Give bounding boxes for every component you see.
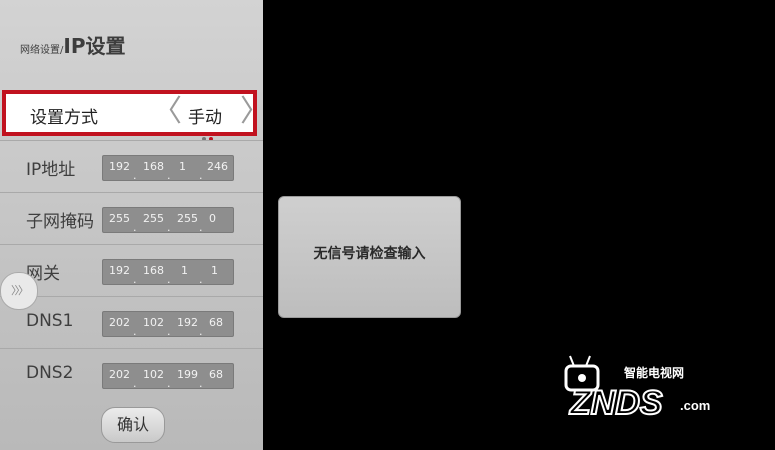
subnet-mask-row: 子网掩码 255 . 255 . 255 . 0	[0, 192, 263, 245]
dns1-field[interactable]: 202 . 102 . 192 . 68	[102, 311, 234, 338]
gateway-field[interactable]: 192 . 168 . 1 . 1	[102, 259, 234, 286]
ip-address-label: IP地址	[26, 160, 76, 180]
dns2-row: DNS2 202 . 102 . 199 . 68	[0, 348, 263, 401]
no-signal-dialog: 无信号请检查输入	[278, 196, 461, 318]
mask-octet: 0	[209, 212, 216, 225]
dns2-field[interactable]: 202 . 102 . 199 . 68	[102, 363, 234, 390]
setting-method-value: 手动	[188, 108, 222, 128]
dns2-octet: 202	[109, 368, 130, 381]
dns2-label: DNS2	[26, 363, 74, 383]
gateway-octet: 168	[143, 264, 164, 277]
dns1-octet: 68	[209, 316, 223, 329]
dns1-octet: 192	[177, 316, 198, 329]
watermark-brand: ZNDS	[569, 384, 663, 420]
ip-settings-panel: 网络设置/IP设置 设置方式 〈 手动 〉 IP地址 192 . 168 . 1…	[0, 0, 270, 450]
no-signal-message: 无信号请检查输入	[313, 246, 426, 262]
znds-watermark-logo: 智能电视网 ZNDS .com	[564, 355, 710, 420]
watermark-suffix: .com	[680, 398, 710, 413]
dns1-octet: 102	[143, 316, 164, 329]
setting-method-label: 设置方式	[30, 108, 98, 128]
dns2-octet: 199	[177, 368, 198, 381]
dns1-row: DNS1 202 . 102 . 192 . 68	[0, 296, 263, 349]
page-title-text: IP设置	[63, 34, 126, 58]
dns1-label: DNS1	[26, 311, 74, 331]
dns1-octet: 202	[109, 316, 130, 329]
expand-chevron-icon[interactable]: 〉〉〉	[0, 272, 38, 310]
subnet-mask-label: 子网掩码	[26, 212, 94, 232]
dns2-octet: 68	[209, 368, 223, 381]
chevron-right-icon[interactable]: 〉	[240, 97, 270, 127]
ip-octet: 1	[179, 160, 186, 173]
gateway-octet: 192	[109, 264, 130, 277]
ip-octet: 192	[109, 160, 130, 173]
chevron-left-icon[interactable]: 〈	[152, 97, 182, 127]
breadcrumb[interactable]: 网络设置/	[20, 45, 63, 56]
dns2-octet: 102	[143, 368, 164, 381]
confirm-button[interactable]: 确认	[101, 407, 165, 443]
mask-octet: 255	[143, 212, 164, 225]
ip-address-row: IP地址 192 . 168 . 1 . 246	[0, 140, 263, 193]
gateway-octet: 1	[181, 264, 188, 277]
gateway-row: 网关 192 . 168 . 1 . 1	[0, 244, 263, 297]
ip-address-field[interactable]: 192 . 168 . 1 . 246	[102, 155, 234, 182]
watermark-top-text: 智能电视网	[623, 365, 684, 380]
ip-octet: 246	[207, 160, 228, 173]
gateway-octet: 1	[211, 264, 218, 277]
page-title: 网络设置/IP设置	[20, 30, 125, 59]
mask-octet: 255	[177, 212, 198, 225]
subnet-mask-field[interactable]: 255 . 255 . 255 . 0	[102, 207, 234, 234]
ip-octet: 168	[143, 160, 164, 173]
mask-octet: 255	[109, 212, 130, 225]
setting-method-row[interactable]: 设置方式 〈 手动 〉	[2, 90, 270, 141]
